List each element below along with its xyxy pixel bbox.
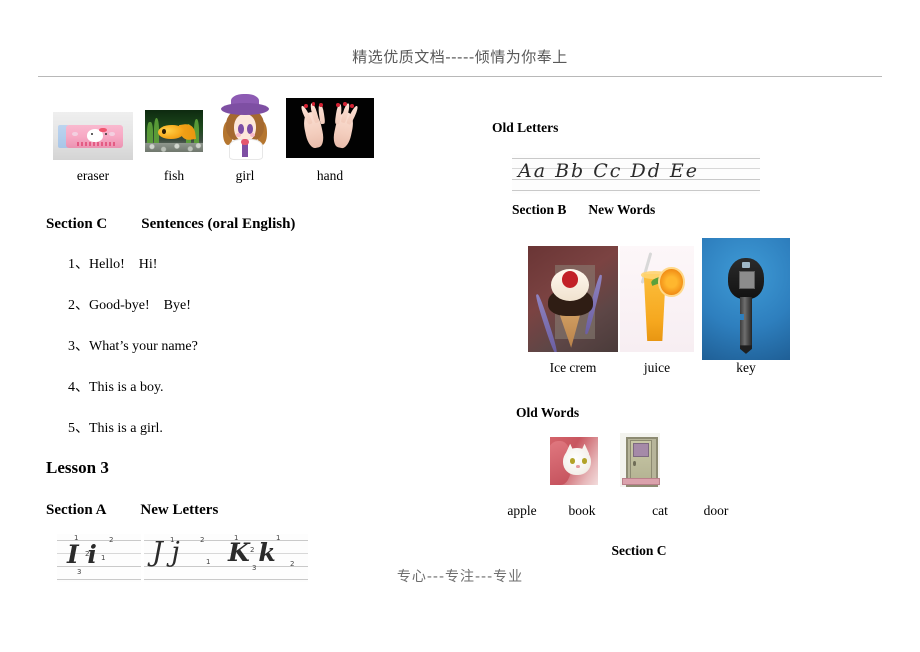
eraser-picture <box>53 112 133 160</box>
left-section-c-heading: Section C Sentences (oral English) <box>46 216 466 233</box>
handwriting-glyph-old-letters: Aa Bb Cc Dd Ee <box>518 160 700 182</box>
section-a-title: New Letters <box>140 502 219 518</box>
lesson-title: Lesson 3 <box>46 458 109 477</box>
vocab-picture-row-top: eraser fish girl hand <box>46 90 466 192</box>
fish-picture <box>145 110 203 152</box>
sentence-number: 4、 <box>68 380 89 395</box>
sentence-text: Hello! Hi! <box>89 257 158 272</box>
girl-picture <box>216 90 274 164</box>
sentence-number: 1、 <box>68 257 89 272</box>
sentence-number: 5、 <box>68 421 89 436</box>
section-a-label: Section A <box>46 502 107 518</box>
old-letters-title: Old Letters <box>492 120 559 135</box>
left-section-c-label: Section C <box>46 216 108 232</box>
sentence-text: What’s your name? <box>89 339 198 354</box>
right-column: Old Letters Aa Bb Cc Dd Ee Section B New … <box>492 120 882 558</box>
document-page: 精选优质文档-----倾情为你奉上 eraser fish girl hand … <box>0 0 920 652</box>
vocab-label-hand: hand <box>316 168 344 183</box>
sentence-number: 3、 <box>68 339 89 354</box>
vocab-label-door: door <box>703 503 729 518</box>
vocab-label-eraser: eraser <box>76 168 110 183</box>
vocab-label-fish: fish <box>163 168 185 183</box>
vocab-label-cat: cat <box>652 503 668 518</box>
hand-picture <box>286 98 374 158</box>
header-title: 精选优质文档-----倾情为你奉上 <box>352 48 568 66</box>
sentence-text: This is a boy. <box>89 380 164 395</box>
section-b-label: Section B <box>512 202 567 217</box>
old-words-picture-row: apple book cat door <box>492 425 822 525</box>
handwriting-glyph-i: I i <box>67 540 97 569</box>
door-picture <box>620 433 660 487</box>
section-b-heading: Section B New Words <box>512 202 655 218</box>
footer-text: 专心---专注---专业 <box>396 569 524 585</box>
left-section-c-title: Sentences (oral English) <box>141 216 296 232</box>
sentence-text: Good-bye! Bye! <box>89 298 191 313</box>
sentence-item: 1、Hello! Hi! <box>68 253 466 273</box>
cat-picture <box>550 437 598 485</box>
left-column: eraser fish girl hand Section C Sentence… <box>46 90 466 519</box>
sentence-list: 1、Hello! Hi! 2、Good-bye! Bye! 3、What’s y… <box>46 253 466 437</box>
sentence-item: 3、What’s your name? <box>68 335 466 355</box>
handwriting-image-old-letters: Aa Bb Cc Dd Ee <box>512 154 760 194</box>
vocab-label-book: book <box>568 503 596 518</box>
vocab-label-key: key <box>736 360 756 375</box>
sentence-text: This is a girl. <box>89 421 163 436</box>
section-a-heading: Section A New Letters <box>46 502 466 519</box>
section-b-title: New Words <box>588 202 656 217</box>
vocab-label-girl: girl <box>235 168 255 183</box>
vocab-label-apple: apple <box>507 503 537 518</box>
old-words-title: Old Words <box>516 405 580 420</box>
handwriting-glyph-j: J j <box>152 537 180 568</box>
vocab-label-juice: juice <box>643 360 671 375</box>
ice-cream-picture <box>528 246 618 352</box>
document-header: 精选优质文档-----倾情为你奉上 <box>0 46 920 71</box>
sentence-item: 4、This is a boy. <box>68 376 466 396</box>
sentence-item: 2、Good-bye! Bye! <box>68 294 466 314</box>
sentence-item: 5、This is a girl. <box>68 417 466 437</box>
header-divider <box>38 76 882 77</box>
section-b-picture-row: Ice crem juice key <box>492 238 822 378</box>
right-section-c-label: Section C <box>611 543 667 558</box>
key-picture <box>702 238 790 360</box>
juice-picture <box>620 246 694 352</box>
sentence-number: 2、 <box>68 298 89 313</box>
